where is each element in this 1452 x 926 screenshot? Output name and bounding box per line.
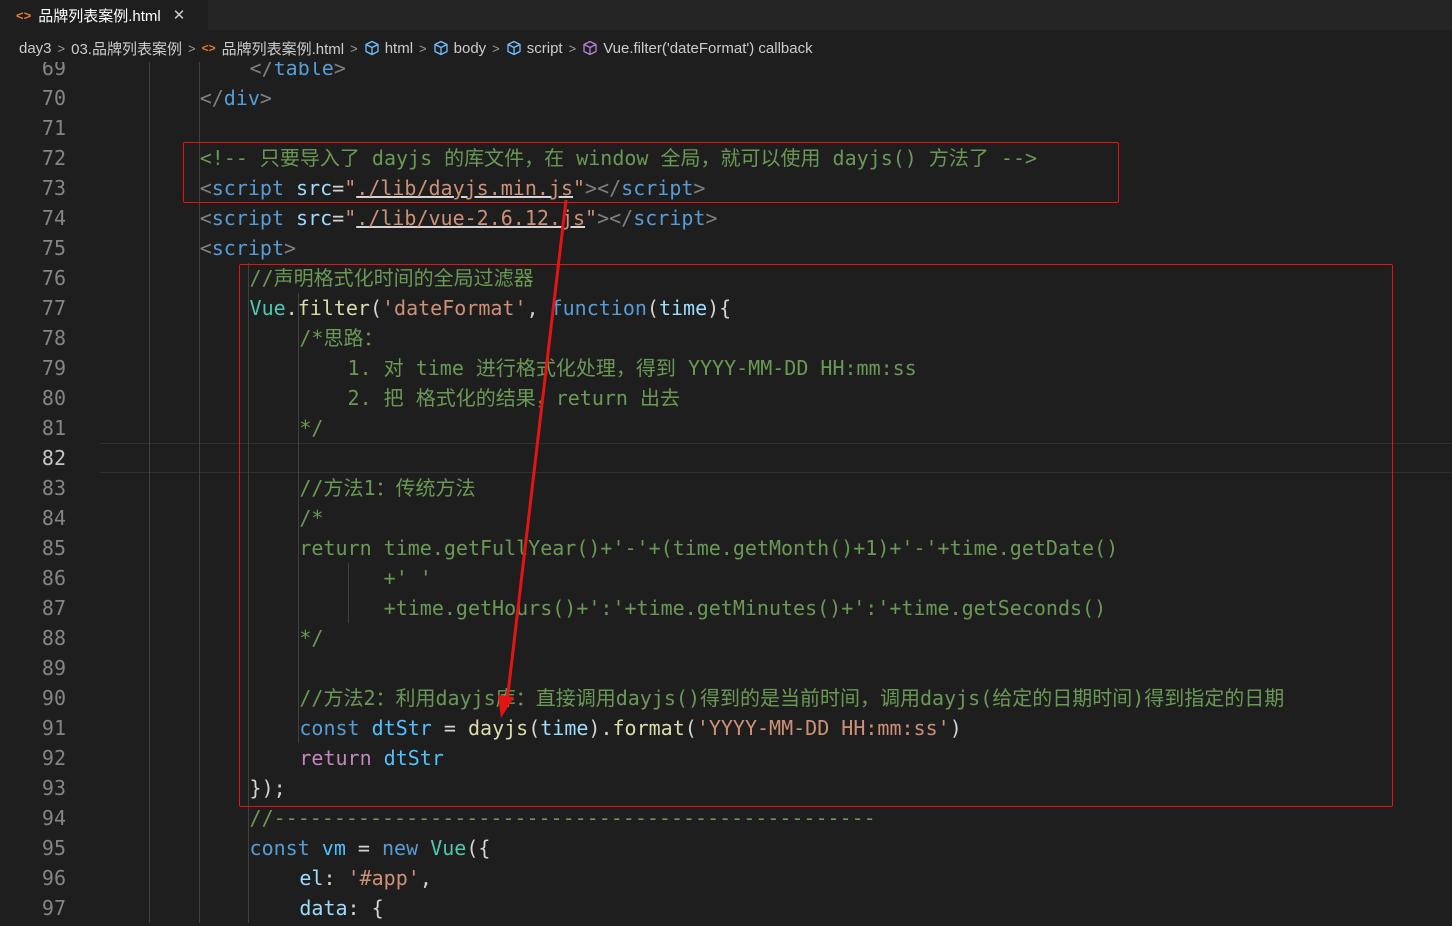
html-file-icon: <> (201, 41, 216, 55)
breadcrumb-item[interactable]: html (364, 40, 413, 57)
chevron-right-icon: > (187, 40, 196, 56)
chevron-right-icon: > (568, 40, 577, 56)
annotation-arrow (498, 199, 568, 718)
breadcrumb-label: script (526, 39, 563, 57)
editor-tab[interactable]: <> 品牌列表案例.html ✕ (0, 0, 208, 30)
breadcrumb-label: 品牌列表案例.html (221, 40, 345, 58)
breadcrumb-label: day3 (19, 39, 52, 57)
breadcrumb-item[interactable]: script (506, 40, 563, 57)
breadcrumb-item[interactable]: 03.品牌列表案例 (71, 38, 182, 59)
breadcrumb-item[interactable]: day3 (19, 40, 52, 57)
chevron-right-icon: > (57, 40, 66, 56)
breadcrumb-label: Vue.filter('dateFormat') callback (603, 39, 813, 57)
breadcrumb-label: body (453, 39, 487, 57)
breadcrumb-label: 03.品牌列表案例 (71, 40, 182, 58)
code-editor[interactable]: 69 </table> 70 </div> 71 72 <!-- 只要导入了 dayjs 的… (0, 62, 1452, 926)
element-cube-icon (433, 40, 449, 56)
html-file-icon: <> (16, 7, 32, 23)
chevron-right-icon: > (419, 40, 427, 56)
element-cube-icon (506, 40, 522, 56)
breadcrumb-item[interactable]: Vue.filter('dateFormat') callback (582, 39, 813, 57)
breadcrumb-label: html (384, 39, 414, 57)
chevron-right-icon: > (350, 40, 358, 56)
breadcrumb-item[interactable]: body (433, 39, 487, 57)
tab-title: 品牌列表案例.html (38, 7, 161, 25)
chevron-right-icon: > (492, 40, 500, 56)
method-cube-icon (582, 40, 598, 56)
close-icon[interactable]: ✕ (173, 6, 186, 24)
breadcrumb-item[interactable]: <> 品牌列表案例.html (202, 38, 345, 59)
tab-bar: <> 品牌列表案例.html ✕ (0, 0, 1452, 30)
element-cube-icon (364, 40, 380, 56)
breadcrumb: day3 >03.品牌列表案例 > <> 品牌列表案例.html > html > body > s… (0, 35, 1452, 61)
